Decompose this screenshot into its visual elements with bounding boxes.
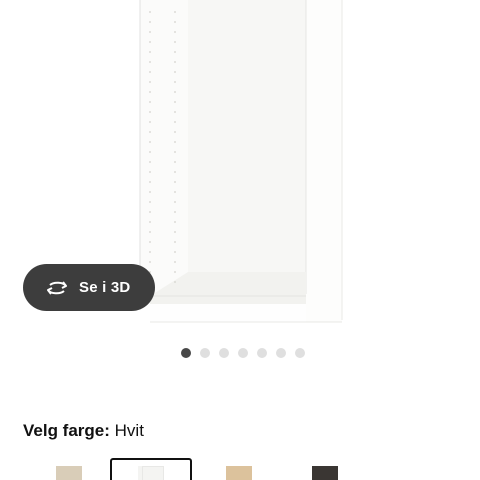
swatch-thumbnail xyxy=(138,466,164,480)
selected-color-value: Hvit xyxy=(114,421,144,440)
carousel-dot[interactable] xyxy=(200,348,210,358)
image-carousel-dots xyxy=(0,348,480,358)
color-swatches xyxy=(0,458,480,480)
view-in-3d-label: Se i 3D xyxy=(79,279,131,296)
color-selection-label: Velg farge: xyxy=(23,421,110,440)
carousel-dot[interactable] xyxy=(181,348,191,358)
color-swatch-black-brown[interactable] xyxy=(300,458,350,480)
color-swatch-birch-effect[interactable] xyxy=(44,458,94,480)
swatch-thumbnail xyxy=(226,466,252,480)
swatch-thumbnail xyxy=(312,466,338,480)
carousel-dot[interactable] xyxy=(295,348,305,358)
rotate-3d-icon xyxy=(43,274,71,302)
color-selection-heading: Velg farge: Hvit xyxy=(23,421,144,441)
color-swatch-oak-effect[interactable] xyxy=(214,458,264,480)
swatch-thumbnail xyxy=(56,466,82,480)
carousel-dot[interactable] xyxy=(257,348,267,358)
carousel-dot[interactable] xyxy=(238,348,248,358)
color-swatch-white[interactable] xyxy=(110,458,192,480)
carousel-dot[interactable] xyxy=(276,348,286,358)
carousel-dot[interactable] xyxy=(219,348,229,358)
view-in-3d-button[interactable]: Se i 3D xyxy=(23,264,155,311)
